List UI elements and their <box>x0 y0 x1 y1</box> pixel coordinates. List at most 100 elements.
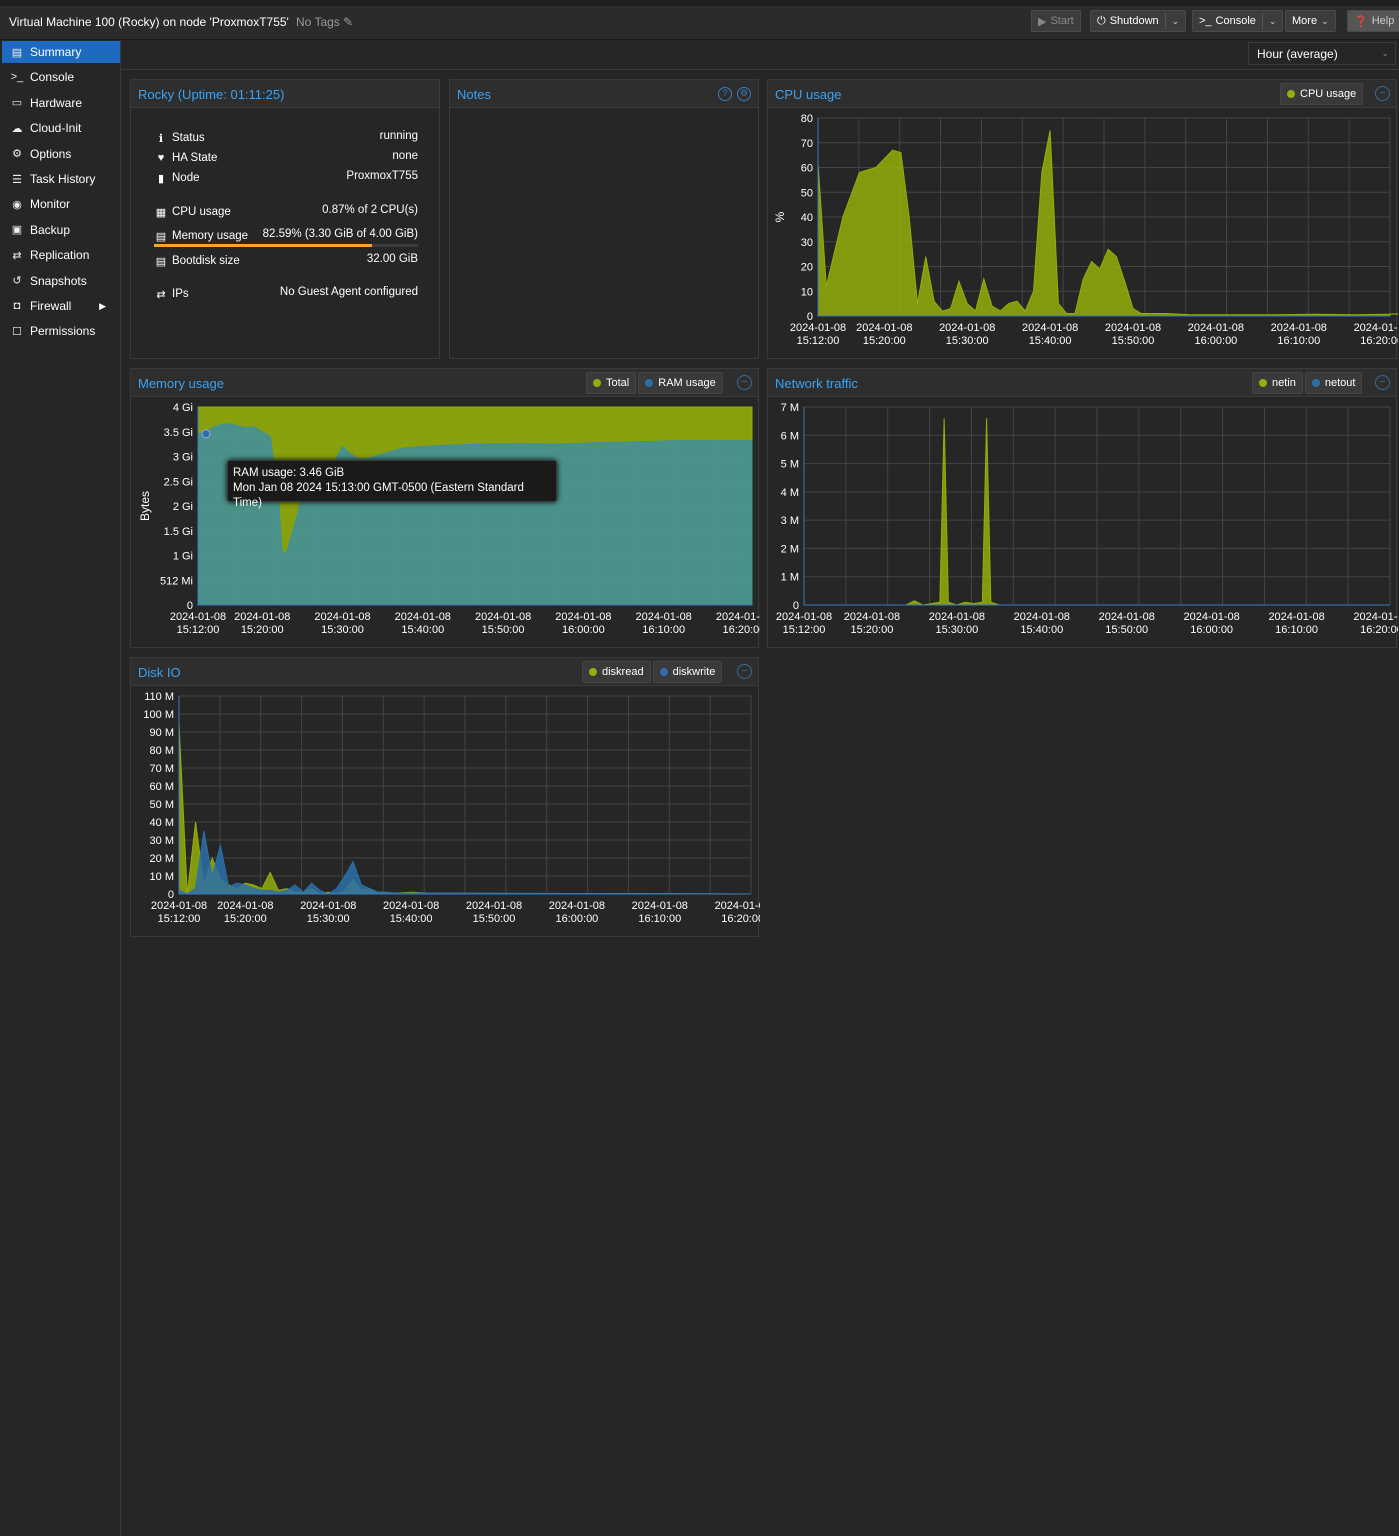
x-tick-label: 15:12:00 <box>783 624 826 636</box>
collapse-icon[interactable]: − <box>1375 375 1390 390</box>
x-tick-label: 2024-01-08 <box>475 611 531 623</box>
memory-icon: ▤ <box>155 230 167 243</box>
sidebar-item-summary[interactable]: ▤ Summary <box>2 41 120 63</box>
shutdown-label: Shutdown <box>1109 15 1159 27</box>
start-button[interactable]: ▶ Start <box>1031 10 1081 32</box>
y-tick-label: 2 Gi <box>173 501 193 513</box>
top-strip <box>0 0 1399 6</box>
x-tick-label: 2024-01-08 <box>555 611 611 623</box>
sidebar-item-console[interactable]: >_ Console <box>2 66 120 88</box>
help-circle-icon[interactable]: ? <box>718 87 732 101</box>
y-tick-label: 2.5 Gi <box>164 476 193 488</box>
sidebar-item-label: Task History <box>30 172 96 186</box>
memory-chart-header: Memory usage Total RAM usage − <box>131 369 758 397</box>
memory-row: ▤ Memory usage 82.59% (3.30 GiB of 4.00 G… <box>155 228 418 244</box>
x-tick-label: 15:40:00 <box>390 913 433 925</box>
cpu-chart-header: CPU usage CPU usage − <box>768 80 1396 108</box>
heartbeat-icon: ♥ <box>157 152 165 164</box>
status-panel: Rocky (Uptime: 01:11:25) ℹ Status running… <box>130 79 440 359</box>
timeframe-select[interactable]: Hour (average) ⌄ <box>1248 42 1396 65</box>
sidebar-item-hardware[interactable]: ▭ Hardware <box>2 92 120 114</box>
collapse-icon[interactable]: − <box>737 375 752 390</box>
console-label: Console <box>1215 15 1256 27</box>
sidebar-item-cloud-init[interactable]: ☁ Cloud-Init <box>2 117 120 139</box>
sidebar-item-label: Cloud-Init <box>30 121 82 136</box>
sidebar-item-permissions[interactable]: ☐ Permissions <box>2 320 120 342</box>
y-tick-label: 40 M <box>150 817 174 829</box>
x-tick-label: 15:50:00 <box>1105 624 1148 636</box>
chevron-down-icon[interactable]: ⌄ <box>1269 16 1277 27</box>
gear-icon[interactable]: ⚙ <box>737 87 751 101</box>
floppy-icon: ▣ <box>11 224 23 237</box>
x-tick-label: 2024-01-08 <box>1105 322 1161 334</box>
sidebar-item-replication[interactable]: ⇄ Replication <box>2 244 120 266</box>
help-button[interactable]: ❓ Help <box>1347 10 1399 32</box>
status-panel-title: Rocky (Uptime: 01:11:25) <box>138 87 285 102</box>
desktop-icon: ▭ <box>11 97 23 110</box>
x-tick-label: 2024-01-08 <box>395 611 451 623</box>
vm-title: Virtual Machine 100 (Rocky) on node 'Pro… <box>9 15 289 29</box>
x-tick-label: 2024-01-08 <box>217 900 273 912</box>
y-tick-label: 40 <box>801 212 813 224</box>
collapse-icon[interactable]: − <box>1375 86 1390 101</box>
sidebar-item-task-history[interactable]: ☰ Task History <box>2 168 120 190</box>
cpu-value: 0.87% of 2 CPU(s) <box>322 204 418 216</box>
play-icon: ▶ <box>1038 15 1047 28</box>
x-tick-label: 15:12:00 <box>158 913 201 925</box>
x-tick-label: 2024-01-08 <box>716 611 760 623</box>
console-button[interactable]: >_ Console ⌄ <box>1192 10 1284 32</box>
legend-label: diskread <box>602 666 644 678</box>
y-tick-label: 5 M <box>781 459 799 471</box>
x-tick-label: 2024-01-08 <box>1184 611 1240 623</box>
x-tick-label: 2024-01-08 <box>1099 611 1155 623</box>
x-tick-label: 15:30:00 <box>307 913 350 925</box>
chevron-right-icon[interactable]: ▶ <box>99 301 106 312</box>
x-tick-label: 2024-01-08 <box>1271 322 1327 334</box>
legend-item-diskwrite[interactable]: diskwrite <box>652 661 723 683</box>
network-chart-panel: Network traffic netin netout − 01 M2 M3 … <box>767 368 1398 648</box>
sidebar-item-label: Hardware <box>30 95 83 110</box>
legend-dot <box>1311 379 1320 387</box>
x-tick-label: 2024-01-08 <box>1014 611 1070 623</box>
collapse-icon[interactable]: − <box>737 664 752 679</box>
x-tick-label: 16:10:00 <box>1277 335 1320 347</box>
ips-value: No Guest Agent configured <box>279 286 418 298</box>
sidebar-item-snapshots[interactable]: ↺ Snapshots <box>2 270 120 292</box>
network-legend: netin netout <box>1252 372 1363 394</box>
legend-item-cpu-usage[interactable]: CPU usage <box>1280 83 1364 105</box>
tags-edit[interactable]: No Tags ✎ <box>296 15 353 29</box>
x-tick-label: 2024-01-08 <box>300 900 356 912</box>
sidebar-item-firewall[interactable]: ◘ Firewall ▶ <box>2 295 120 317</box>
sidebar: ▤ Summary >_ Console ▭ Hardware ☁ Cloud-Init ⚙ Op… <box>0 40 121 1536</box>
shutdown-button[interactable]: ⏻ Shutdown ⌄ <box>1090 10 1187 32</box>
more-button[interactable]: More ⌄ <box>1285 10 1336 32</box>
status-label: Status <box>172 132 205 144</box>
x-tick-label: 2024-01-08 <box>929 611 985 623</box>
sidebar-item-label: Snapshots <box>30 273 87 288</box>
ha-label: HA State <box>172 152 218 164</box>
legend-item-netin[interactable]: netin <box>1252 372 1303 394</box>
y-tick-label: 6 M <box>781 430 799 442</box>
x-tick-label: 2024-01-08 <box>844 611 900 623</box>
legend-item-ram-usage[interactable]: RAM usage <box>638 372 723 394</box>
legend-item-netout[interactable]: netout <box>1304 372 1363 394</box>
legend-item-total[interactable]: Total <box>586 372 637 394</box>
status-panel-header: Rocky (Uptime: 01:11:25) <box>131 80 439 108</box>
pencil-icon[interactable]: ✎ <box>343 15 353 29</box>
sidebar-item-label: Summary <box>30 45 82 59</box>
timeframe-value: Hour (average) <box>1257 47 1338 61</box>
y-axis-label: Bytes <box>138 491 152 521</box>
notes-title: Notes <box>457 87 491 102</box>
cpu-chart: 010203040506070802024-01-0815:12:002024-… <box>773 113 1398 347</box>
y-tick-label: 100 M <box>143 709 174 721</box>
diskio-chart-panel: Disk IO diskread diskwrite − 0 10 M 20 M 30… <box>130 657 760 937</box>
legend-item-diskread[interactable]: diskread <box>582 661 651 683</box>
x-tick-label: 2024-01-08 <box>151 900 207 912</box>
x-tick-label: 2024-01-08 <box>636 611 692 623</box>
sidebar-item-options[interactable]: ⚙ Options <box>2 143 120 165</box>
sidebar-item-backup[interactable]: ▣ Backup <box>2 219 120 241</box>
chevron-down-icon[interactable]: ⌄ <box>1172 16 1180 27</box>
x-tick-label: 16:20:00 <box>721 913 760 925</box>
start-label: Start <box>1050 15 1074 27</box>
sidebar-item-monitor[interactable]: ◉ Monitor <box>2 193 120 215</box>
